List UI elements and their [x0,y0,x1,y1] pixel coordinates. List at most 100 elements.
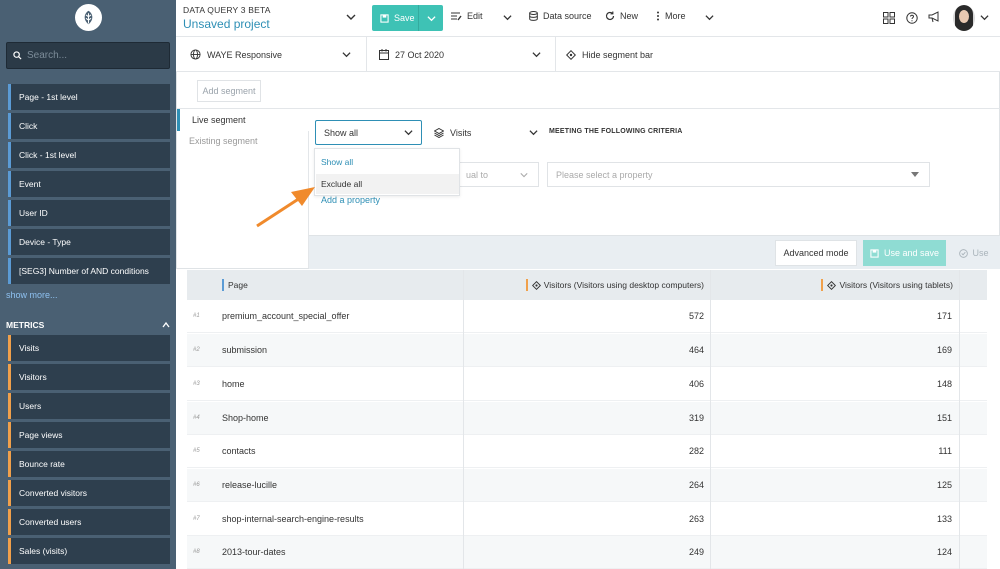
use-and-save-button[interactable]: Use and save [863,240,946,266]
sidebar-item-label: Event [19,179,41,189]
property-placeholder: Please select a property [556,169,653,180]
metrics-section-header[interactable]: METRICS [6,320,170,330]
sidebar-metric-visits[interactable]: Visits [8,335,170,361]
row-page: shop-internal-search-engine-results [222,514,364,524]
segment-footer: Advanced mode Use and save Use [309,235,1000,269]
grid-icon[interactable] [883,12,895,24]
sidebar-item-label: Visitors [19,372,47,382]
column-divider [710,270,711,569]
table-row[interactable]: #6 release-lucille 264 125 [187,469,987,502]
sidebar-item-click[interactable]: Click [8,113,170,139]
chevron-down-icon[interactable] [346,12,356,22]
arrow-annotation-icon [256,187,315,228]
sidebar-metric-visitors[interactable]: Visitors [8,364,170,390]
sidebar-item-event[interactable]: Event [8,171,170,197]
show-all-dropdown-menu: Show all Exclude all [314,148,460,196]
check-circle-icon [959,248,969,258]
sidebar-item-label: Click [19,121,38,131]
edit-menu[interactable]: Edit [451,11,483,21]
column-header-desktop-visitors[interactable]: Visitors (Visitors using desktop compute… [463,270,710,300]
use-label: Use [972,248,989,258]
save-button[interactable]: Save [372,5,443,31]
row-desktop-visitors: 464 [688,345,704,355]
metric-bar [525,279,528,291]
chevron-down-icon[interactable] [503,13,512,22]
show-more-link[interactable]: show more... [6,290,58,300]
chevron-down-icon[interactable] [705,13,714,22]
sidebar-item-seg3[interactable]: [SEG3] Number of AND conditions [8,258,170,284]
data-table: Page Visitors (Visitors using desktop co… [187,270,987,569]
table-row[interactable]: #3 home 406 148 [187,368,987,401]
add-segment-button[interactable]: Add segment [197,80,261,102]
sidebar-item-click-1st-level[interactable]: Click - 1st level [8,142,170,168]
sidebar-metric-page-views[interactable]: Page views [8,422,170,448]
show-all-select[interactable]: Show all [315,120,422,145]
sidebar-metric-converted-users[interactable]: Converted users [8,509,170,535]
globe-icon [190,49,201,60]
column-divider [959,270,960,569]
property-select[interactable]: Please select a property [547,162,930,187]
table-row[interactable]: #5 contacts 282 111 [187,435,987,468]
project-title[interactable]: Unsaved project [183,17,270,31]
date-selector[interactable]: 27 Oct 2020 [379,37,444,72]
row-page: 2013-tour-dates [222,547,286,557]
sidebar-item-page-1st-level[interactable]: Page - 1st level [8,84,170,110]
site-selector[interactable]: WAYE Responsive [190,37,282,72]
table-row[interactable]: #2 submission 464 169 [187,334,987,367]
row-tablet-visitors: 151 [936,413,952,423]
visits-select[interactable]: Visits [434,120,538,145]
sidebar-item-user-id[interactable]: User ID [8,200,170,226]
sidebar-metric-converted-visitors[interactable]: Converted visitors [8,480,170,506]
more-menu[interactable]: More [656,11,686,21]
chevron-down-icon [404,130,413,136]
save-options-toggle[interactable] [418,5,443,31]
chevron-down-icon [520,172,528,177]
row-rank: #4 [193,415,200,421]
table-row[interactable]: #1 premium_account_special_offer 572 171 [187,300,987,333]
column-header-tablet-visitors[interactable]: Visitors (Visitors using tablets) [710,270,959,300]
table-row[interactable]: #8 2013-tour-dates 249 124 [187,536,987,569]
sidebar-metric-sales-visits[interactable]: Sales (visits) [8,538,170,564]
tab-existing-segment[interactable]: Existing segment [189,136,258,146]
sidebar-metric-bounce-rate[interactable]: Bounce rate [8,451,170,477]
row-rank: #8 [193,549,200,555]
segment-bar: WAYE Responsive 27 Oct 2020 Hide segment… [176,37,1000,72]
sidebar-item-device-type[interactable]: Device - Type [8,229,170,255]
row-rank: #3 [193,381,200,387]
table-row[interactable]: #7 shop-internal-search-engine-results 2… [187,503,987,536]
row-page: Shop-home [222,413,269,423]
avatar-face [959,10,969,23]
operator-select[interactable]: ual to [457,162,539,187]
sidebar-search[interactable] [6,42,170,69]
header-label: Visitors (Visitors using desktop compute… [543,280,704,290]
row-desktop-visitors: 572 [688,311,704,321]
row-desktop-visitors: 406 [688,379,704,389]
new-button[interactable]: New [605,11,638,21]
dropdown-option-show-all[interactable]: Show all [321,157,353,167]
help-icon[interactable] [906,12,918,24]
table-row[interactable]: #4 Shop-home 319 151 [187,402,987,435]
app-logo[interactable] [75,4,102,31]
dropdown-option-exclude-all[interactable]: Exclude all [316,174,459,194]
sidebar-metric-users[interactable]: Users [8,393,170,419]
chevron-down-icon[interactable] [342,50,351,59]
search-input[interactable] [27,50,157,61]
chevron-down-icon [426,15,436,21]
column-header-page[interactable]: Page [187,270,463,300]
data-source-button[interactable]: Data source [529,11,592,21]
row-desktop-visitors: 264 [688,480,704,490]
use-button[interactable]: Use [953,240,995,266]
segment-diamond-icon [531,280,541,290]
row-rank: #1 [193,313,200,319]
criteria-label: MEETING THE FOLLOWING CRITERIA [549,128,683,135]
megaphone-icon[interactable] [928,11,941,23]
hide-segment-bar-button[interactable]: Hide segment bar [566,37,653,72]
row-tablet-visitors: 111 [938,446,952,456]
add-property-link[interactable]: Add a property [321,195,380,205]
tab-live-segment[interactable]: Live segment [177,109,309,131]
row-tablet-visitors: 169 [936,345,952,355]
avatar[interactable] [953,5,975,31]
chevron-down-icon[interactable] [980,13,989,22]
chevron-down-icon[interactable] [532,50,541,59]
advanced-mode-button[interactable]: Advanced mode [775,240,857,266]
